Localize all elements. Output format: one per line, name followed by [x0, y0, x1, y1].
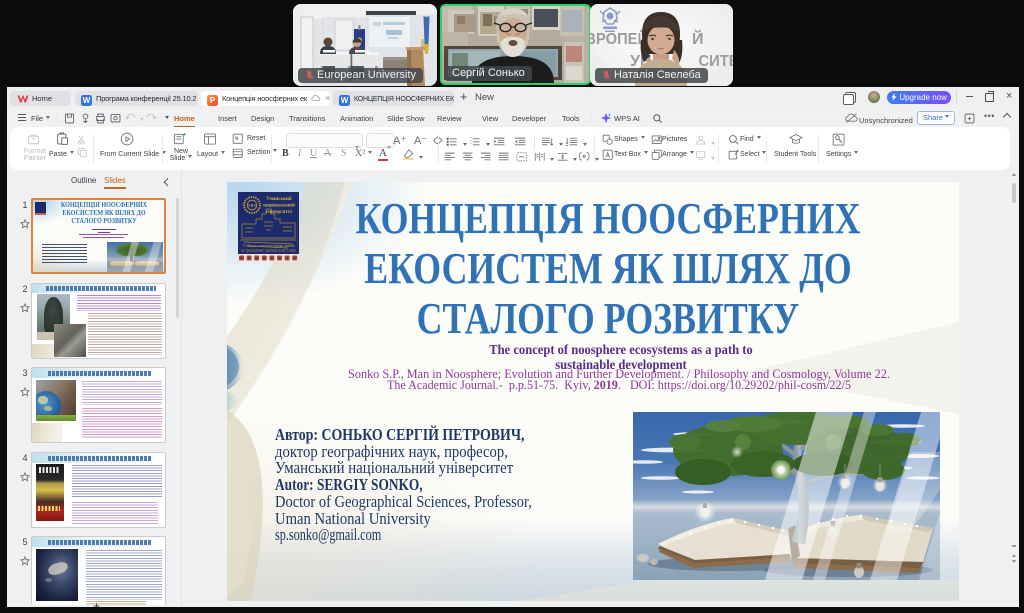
svg-text:національний: національний: [263, 204, 295, 209]
svg-text:університет: університет: [266, 210, 293, 215]
svg-text:У Маєток плекаємо працю знання: У Маєток плекаємо працю знання: [242, 244, 294, 248]
svg-text:УНУ: УНУ: [248, 203, 257, 208]
svg-text:Й: Й: [692, 29, 704, 48]
svg-text:Уманський: Уманський: [266, 197, 292, 202]
svg-text:за традиціями і храмінь освіт: за традиціями і храмінь освіт і наук: [241, 249, 296, 253]
